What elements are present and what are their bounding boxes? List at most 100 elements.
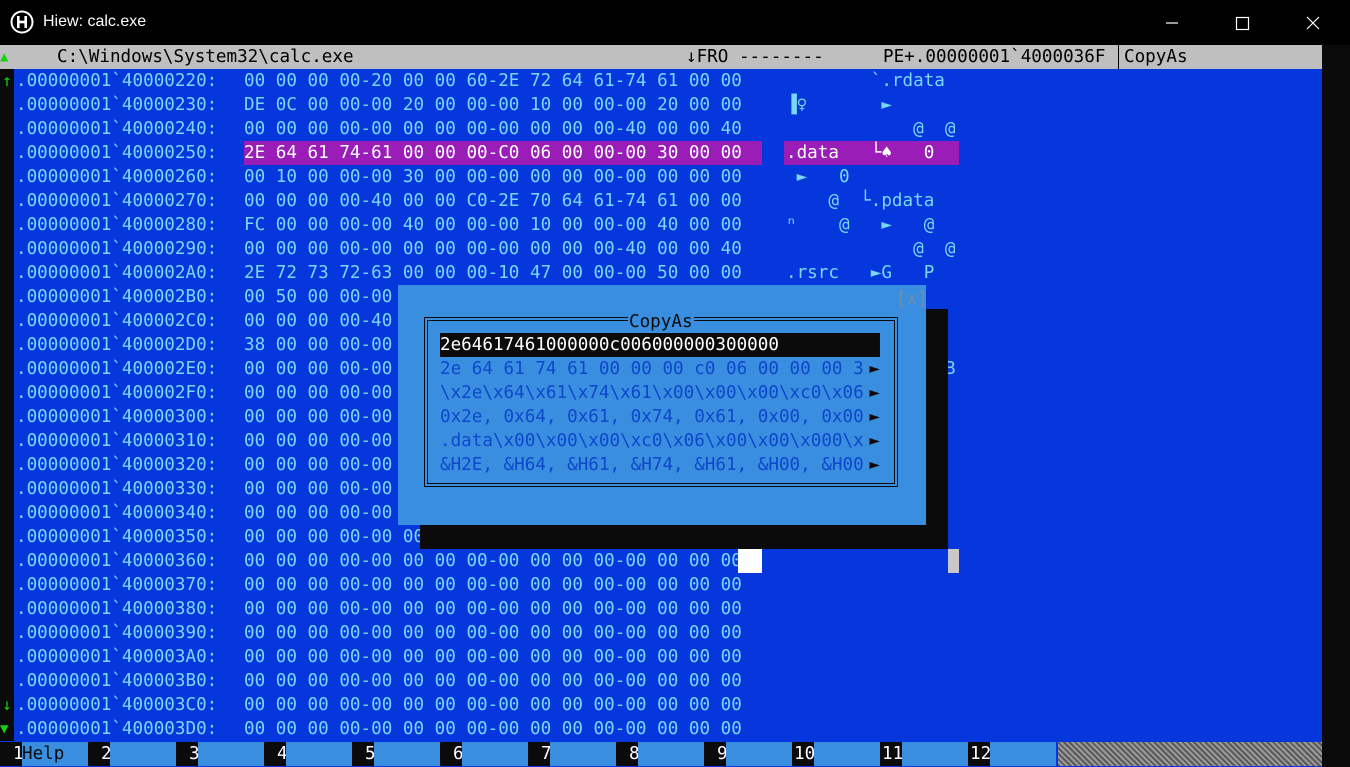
- copyas-option-text: 2e 64 61 74 61 00 00 00 c0 06 00 00 00 3: [440, 359, 864, 379]
- hex-row[interactable]: .00000001`40000230: DE 0C 00 00-00 20 00 …: [0, 93, 1322, 117]
- row-ascii: `.rdata: [786, 71, 945, 91]
- status-bar: C:\Windows\System32\calc.exe ↓FRO ------…: [0, 45, 1322, 69]
- row-address: .00000001`40000330:: [16, 479, 218, 499]
- hex-row[interactable]: .00000001`400002A0: 2E 72 73 72-63 00 00 …: [0, 261, 1322, 285]
- row-hex-bytes: 00 00 00 00-00 00 00 00-00 00 00 00-00 0…: [244, 551, 742, 571]
- copyas-option-text: &H2E, &H64, &H61, &H74, &H61, &H00, &H00: [440, 455, 864, 475]
- row-address: .00000001`400002A0:: [16, 263, 218, 283]
- more-arrow-icon: ►: [867, 381, 880, 405]
- row-hex-bytes: 00 00 00 00-00 00 00 00-00 00 00 00-40 0…: [244, 119, 742, 139]
- function-key-label: [374, 742, 440, 766]
- hex-row[interactable]: .00000001`40000220: 00 00 00 00-20 00 00 …: [0, 69, 1322, 93]
- row-hex-bytes: 00 00 00 00-00 00 00 00-00 00 00 00-00 0…: [244, 719, 742, 739]
- dialog-shadow-bottom: [420, 525, 948, 549]
- function-key-f7[interactable]: 7: [528, 741, 616, 767]
- view-mode: ↓FRO --------: [686, 47, 824, 67]
- function-key-f9[interactable]: 9: [704, 741, 792, 767]
- row-address: .00000001`40000220:: [16, 71, 218, 91]
- hex-row[interactable]: .00000001`400003C0: 00 00 00 00-00 00 00 …: [0, 693, 1322, 717]
- function-key-f12[interactable]: 12: [968, 741, 1056, 767]
- function-key-number: 12: [968, 742, 992, 766]
- row-hex-bytes: 00 00 00 00-00 00 00 00-00 00 00 00-00 0…: [244, 695, 742, 715]
- row-ascii: .rsrc ►G P: [786, 263, 935, 283]
- hex-row[interactable]: .00000001`400003D0: 00 00 00 00-00 00 00 …: [0, 717, 1322, 741]
- window-title: Hiew: calc.exe: [43, 13, 147, 30]
- hex-row[interactable]: .00000001`400003B0: 00 00 00 00-00 00 00 …: [0, 669, 1322, 693]
- function-key-number: 10: [792, 742, 816, 766]
- dialog-title: CopyAs: [628, 310, 694, 334]
- row-hex-bytes: 00 00 00 00-00 00 00 00-00 00 00 00-00 0…: [244, 623, 742, 643]
- function-key-bar: 1 Help 2 3 4 5 6 7 8 9 10 11 12: [0, 741, 1322, 767]
- function-key-number: 4: [264, 742, 288, 766]
- function-key-number: 2: [88, 742, 112, 766]
- row-ascii: .data └♠ 0: [786, 143, 935, 163]
- hex-row[interactable]: .00000001`40000390: 00 00 00 00-00 00 00 …: [0, 621, 1322, 645]
- function-key-number: 7: [528, 742, 552, 766]
- copyas-option[interactable]: 0x2e, 0x64, 0x61, 0x74, 0x61, 0x00, 0x00…: [440, 405, 880, 429]
- hex-row[interactable]: .00000001`40000360: 00 00 00 00-00 00 00 …: [0, 549, 1322, 573]
- function-key-label: [638, 742, 704, 766]
- function-key-number: 9: [704, 742, 728, 766]
- hex-view[interactable]: C:\Windows\System32\calc.exe ↓FRO ------…: [0, 45, 1322, 767]
- row-address: .00000001`400002C0:: [16, 311, 218, 331]
- copyas-option[interactable]: &H2E, &H64, &H61, &H74, &H61, &H00, &H00…: [440, 453, 880, 477]
- function-key-number: 5: [352, 742, 376, 766]
- row-hex-bytes: 00 00 00 00-00 00 00 00-00 00 00 00-40 0…: [244, 239, 742, 259]
- copyas-option-text: .data\x00\x00\x00\xc0\x06\x00\x00\x000\x: [440, 431, 864, 451]
- row-hex-bytes: 00 00 00 00-00 00 00 00-00 00 00 00-00 0…: [244, 647, 742, 667]
- function-key-f5[interactable]: 5: [352, 741, 440, 767]
- hex-row[interactable]: .00000001`400003A0: 00 00 00 00-00 00 00 …: [0, 645, 1322, 669]
- row-hex-bytes: 00 00 00 00-20 00 00 60-2E 72 64 61-74 6…: [244, 71, 742, 91]
- row-hex-bytes: 00 00 00 00-00 00 00 00-00 00 00 00-00 0…: [244, 575, 742, 595]
- function-key-number: 6: [440, 742, 464, 766]
- more-arrow-icon: ►: [867, 405, 880, 429]
- copyas-option[interactable]: \x2e\x64\x61\x74\x61\x00\x00\x00\xc0\x06…: [440, 381, 880, 405]
- row-hex-bytes: 2E 72 73 72-63 00 00 00-10 47 00 00-00 5…: [244, 263, 742, 283]
- title-bar: Hiew: calc.exe: [0, 0, 1350, 45]
- function-key-f4[interactable]: 4: [264, 741, 352, 767]
- row-address: .00000001`40000390:: [16, 623, 218, 643]
- hex-row[interactable]: .00000001`40000260: 00 10 00 00-00 30 00 …: [0, 165, 1322, 189]
- hex-row[interactable]: .00000001`40000250: 2E 64 61 74-61 00 00 …: [0, 141, 1322, 165]
- function-key-f10[interactable]: 10: [792, 741, 880, 767]
- scroll-up-triangle-icon[interactable]: ▲: [0, 45, 8, 69]
- row-address: .00000001`400002B0:: [16, 287, 218, 307]
- row-ascii: ⁿ @ ► @: [786, 215, 935, 235]
- copyas-option-selected[interactable]: 2e64617461000000c006000000300000: [440, 333, 880, 357]
- row-address: .00000001`400002F0:: [16, 383, 218, 403]
- copyas-dialog: [x] CopyAs 2e64617461000000c006000000300…: [398, 285, 928, 525]
- dialog-shadow-right: [926, 309, 948, 525]
- hex-row[interactable]: .00000001`40000280: FC 00 00 00-00 40 00 …: [0, 213, 1322, 237]
- row-address: .00000001`40000340:: [16, 503, 218, 523]
- maximize-button[interactable]: [1219, 8, 1265, 38]
- hex-row[interactable]: .00000001`40000240: 00 00 00 00-00 00 00 …: [0, 117, 1322, 141]
- row-hex-bytes: 00 10 00 00-00 30 00 00-00 00 00 00-00 0…: [244, 167, 742, 187]
- hex-row[interactable]: .00000001`40000290: 00 00 00 00-00 00 00 …: [0, 237, 1322, 261]
- row-address: .00000001`40000380:: [16, 599, 218, 619]
- hex-row[interactable]: .00000001`40000380: 00 00 00 00-00 00 00 …: [0, 597, 1322, 621]
- close-window-button[interactable]: [1290, 8, 1336, 38]
- function-key-f8[interactable]: 8: [616, 741, 704, 767]
- function-key-f3[interactable]: 3: [176, 741, 264, 767]
- minimize-button[interactable]: [1149, 8, 1195, 38]
- function-key-number: 1: [0, 742, 24, 766]
- more-arrow-icon: ►: [867, 357, 880, 381]
- copyas-option[interactable]: 2e 64 61 74 61 00 00 00 c0 06 00 00 00 3…: [440, 357, 880, 381]
- function-key-f2[interactable]: 2: [88, 741, 176, 767]
- dialog-close-button[interactable]: [x]: [896, 287, 928, 311]
- hex-row[interactable]: .00000001`40000370: 00 00 00 00-00 00 00 …: [0, 573, 1322, 597]
- function-key-number: 11: [880, 742, 904, 766]
- minimize-icon: [1166, 22, 1178, 24]
- hex-row[interactable]: .00000001`40000270: 00 00 00 00-40 00 00 …: [0, 189, 1322, 213]
- file-path: C:\Windows\System32\calc.exe: [57, 47, 354, 67]
- copyas-option[interactable]: .data\x00\x00\x00\xc0\x06\x00\x00\x000\x…: [440, 429, 880, 453]
- function-key-f1[interactable]: 1 Help: [0, 741, 88, 767]
- mode-label: CopyAs: [1118, 45, 1188, 69]
- function-key-f11[interactable]: 11: [880, 741, 968, 767]
- function-key-label: [110, 742, 176, 766]
- right-scrollbar-area: [1322, 45, 1350, 767]
- function-key-f6[interactable]: 6: [440, 741, 528, 767]
- row-address: .00000001`40000250:: [16, 143, 218, 163]
- copyas-option-text: 2e64617461000000c006000000300000: [440, 335, 779, 355]
- more-arrow-icon: ►: [867, 429, 880, 453]
